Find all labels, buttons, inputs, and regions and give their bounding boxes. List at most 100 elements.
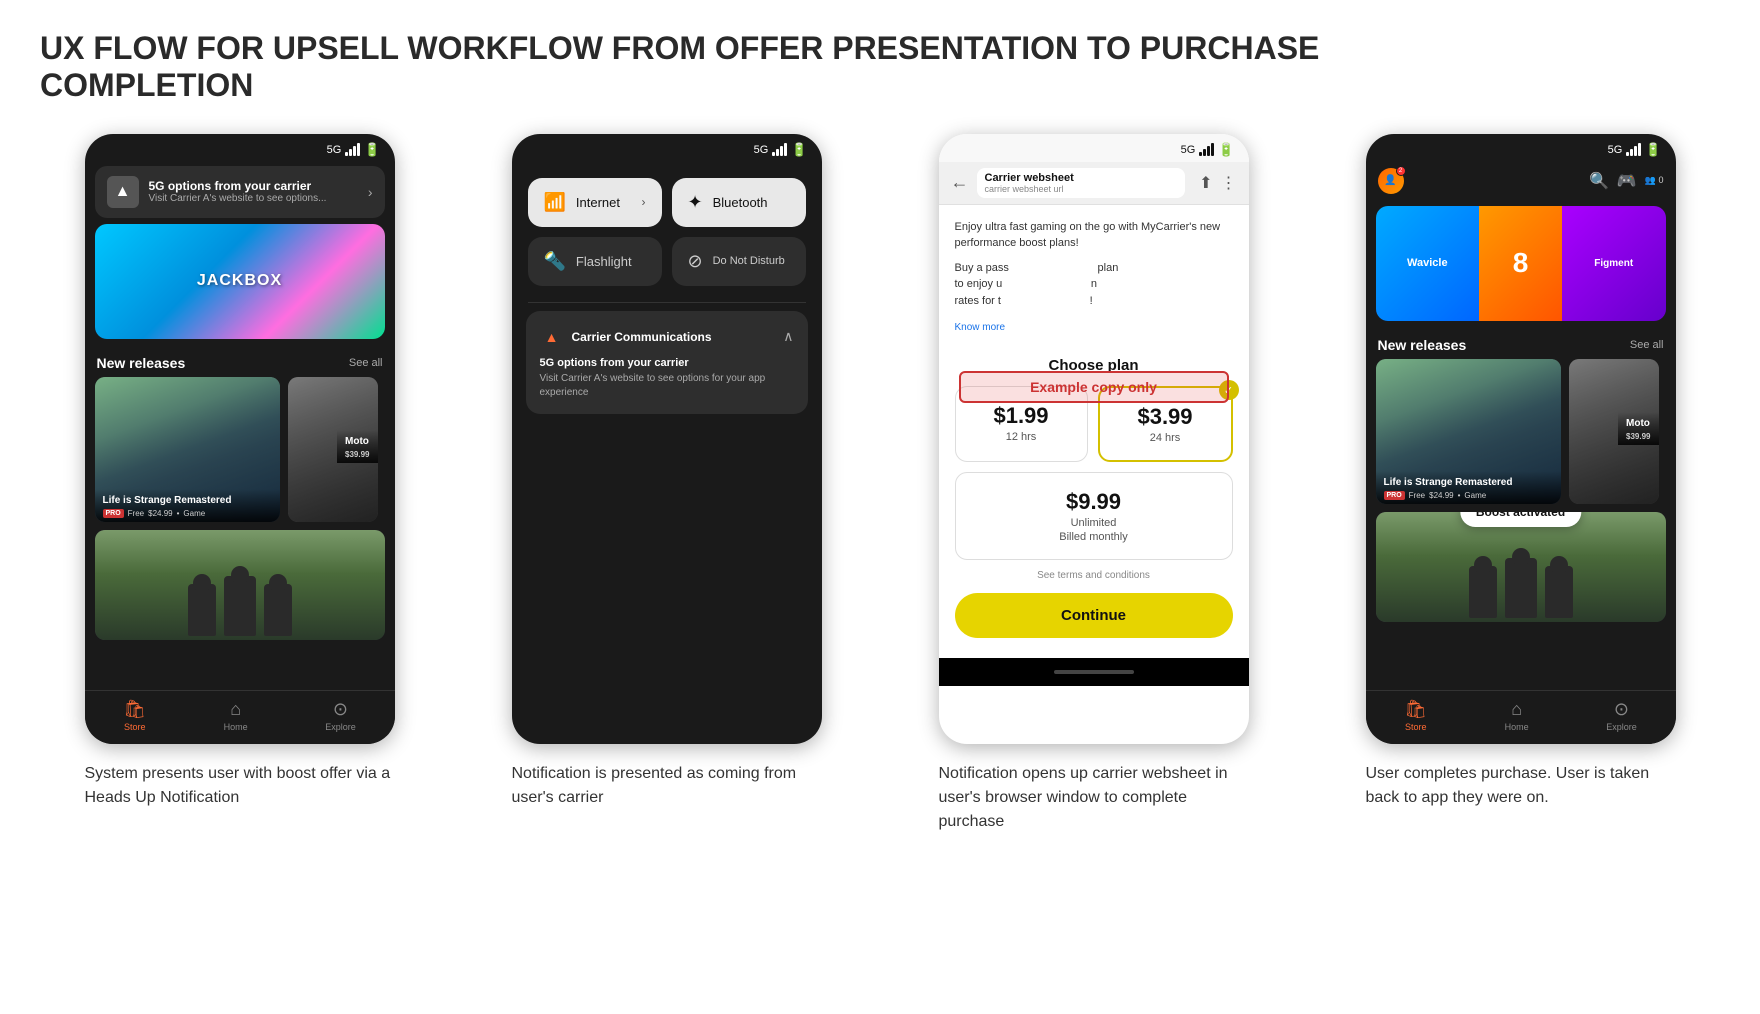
tile-internet[interactable]: 📶 Internet › bbox=[528, 178, 662, 227]
game-card-moto[interactable]: Moto $39.99 bbox=[288, 377, 378, 522]
game-price-free: Free bbox=[128, 509, 144, 518]
phone3-statusbar: 5G 🔋 bbox=[939, 134, 1249, 162]
signal-icon bbox=[345, 143, 360, 156]
battery-icon: 🔋 bbox=[364, 142, 380, 158]
phone4-navbar: 🛍 Store ⌂ Home ⊙ Explore bbox=[1366, 690, 1676, 744]
tile-bluetooth-label: Bluetooth bbox=[713, 195, 768, 210]
soldier-fig-4-2 bbox=[1505, 558, 1537, 618]
phone1-notification[interactable]: ▲ 5G options from your carrier Visit Car… bbox=[95, 166, 385, 218]
phone4-col: 5G 🔋 👤 2 🔍 � bbox=[1321, 134, 1720, 810]
phone4-statusbar: 5G 🔋 bbox=[1366, 134, 1676, 162]
signal-icon-2 bbox=[772, 143, 787, 156]
phone1-navbar: 🛍 Store ⌂ Home ⊙ Explore bbox=[85, 690, 395, 744]
nav-explore-4[interactable]: ⊙ Explore bbox=[1606, 699, 1637, 732]
tile-dnd[interactable]: ⊘ Do Not Disturb bbox=[672, 237, 806, 286]
tile-flashlight[interactable]: 🔦 Flashlight bbox=[528, 237, 662, 286]
page-title: UX FLOW FOR UPSELL WORKFLOW FROM OFFER P… bbox=[40, 30, 1340, 104]
battery-icon-3: 🔋 bbox=[1218, 142, 1234, 158]
carrier-expand-icon[interactable]: ∧ bbox=[783, 328, 793, 345]
phone1-frame: 5G 🔋 ▲ 5G options from your carrier Visi… bbox=[85, 134, 395, 744]
terms-conditions[interactable]: See terms and conditions bbox=[955, 570, 1233, 581]
store-icon-4: 🛍 bbox=[1404, 699, 1427, 720]
phone1-statusbar: 5G 🔋 bbox=[85, 134, 395, 162]
phone4-bottom-banner: Boost activated bbox=[1376, 512, 1666, 622]
phone2-frame: 5G 🔋 📶 Internet › ✦ bbox=[512, 134, 822, 744]
moto-price: $39.99 bbox=[345, 450, 369, 459]
tile-internet-label: Internet bbox=[576, 195, 620, 210]
nav-explore-label: Explore bbox=[325, 722, 356, 732]
phone1-col: 5G 🔋 ▲ 5G options from your carrier Visi… bbox=[40, 134, 439, 810]
browser-back-icon[interactable]: ← bbox=[951, 172, 969, 193]
banner-figment: Figment bbox=[1562, 206, 1666, 321]
pro-badge-4: PRO bbox=[1384, 491, 1405, 500]
see-all-link-4[interactable]: See all bbox=[1630, 339, 1664, 351]
game-card-moto-4[interactable]: Moto $39.99 bbox=[1569, 359, 1659, 504]
soldier-fig-2 bbox=[224, 576, 256, 636]
signal-icon-4 bbox=[1626, 143, 1641, 156]
soldier-fig-4-3 bbox=[1545, 566, 1573, 618]
know-more-link[interactable]: Know more bbox=[955, 322, 1006, 333]
home-bar bbox=[1054, 670, 1134, 674]
pro-badge: PRO bbox=[103, 509, 124, 518]
plan-duration-unlimited: Unlimited bbox=[966, 517, 1222, 529]
nav-store-4[interactable]: 🛍 Store bbox=[1404, 699, 1427, 732]
game-type-4: Game bbox=[1464, 491, 1486, 500]
phone1-game-cards: Life is Strange Remastered PRO Free $24.… bbox=[85, 377, 395, 522]
plan-card-unlimited[interactable]: $9.99 Unlimited Billed monthly bbox=[955, 472, 1233, 560]
see-all-link[interactable]: See all bbox=[349, 357, 383, 369]
plan-price-2: $3.99 bbox=[1110, 404, 1221, 430]
continue-button[interactable]: Continue bbox=[955, 593, 1233, 638]
browser-more-icon[interactable]: ⋮ bbox=[1221, 173, 1237, 193]
tile-dnd-label: Do Not Disturb bbox=[713, 255, 785, 267]
phone4-5g-label: 5G bbox=[1608, 144, 1623, 156]
phone4-new-releases-header: New releases See all bbox=[1366, 327, 1676, 359]
banner-wavicle: Wavicle bbox=[1376, 206, 1480, 321]
game-title-ls: Life is Strange Remastered bbox=[103, 495, 272, 507]
browser-url-bar[interactable]: Carrier websheet carrier websheet url bbox=[977, 168, 1186, 198]
soldier-fig-1 bbox=[188, 584, 216, 636]
nav-home[interactable]: ⌂ Home bbox=[224, 699, 248, 732]
plan-price-1: $1.99 bbox=[966, 403, 1077, 429]
game-card-ls-4[interactable]: Life is Strange Remastered PRO Free $24.… bbox=[1376, 359, 1561, 504]
home-icon-4: ⌂ bbox=[1511, 699, 1522, 720]
game-title-ls-4: Life is Strange Remastered bbox=[1384, 477, 1553, 489]
plan-duration-2: 24 hrs bbox=[1110, 432, 1221, 444]
dnd-icon: ⊘ bbox=[688, 251, 703, 272]
nav-home-4[interactable]: ⌂ Home bbox=[1505, 699, 1529, 732]
explore-icon: ⊙ bbox=[333, 699, 348, 720]
notif-subtitle: Visit Carrier A's website to see options… bbox=[149, 193, 358, 204]
nav-home-label: Home bbox=[224, 722, 248, 732]
notif-text: 5G options from your carrier Visit Carri… bbox=[149, 179, 358, 204]
phone1-5g-label: 5G bbox=[327, 144, 342, 156]
quick-tiles-grid: 📶 Internet › ✦ Bluetooth 🔦 Flashlight ⊘ bbox=[512, 162, 822, 294]
section-title: New releases bbox=[97, 355, 186, 371]
nav-explore[interactable]: ⊙ Explore bbox=[325, 699, 356, 732]
phone1-new-releases-header: New releases See all bbox=[85, 345, 395, 377]
browser-share-icon[interactable]: ⬆ bbox=[1199, 173, 1212, 193]
notif-chevron-icon: › bbox=[368, 184, 373, 200]
soldier-fig-4-1 bbox=[1469, 566, 1497, 618]
phone2-col: 5G 🔋 📶 Internet › ✦ bbox=[467, 134, 866, 810]
phone4-frame: 5G 🔋 👤 2 🔍 � bbox=[1366, 134, 1676, 744]
game-card-life-strange[interactable]: Life is Strange Remastered PRO Free $24.… bbox=[95, 377, 280, 522]
tile-bluetooth[interactable]: ✦ Bluetooth bbox=[672, 178, 806, 227]
promo-text-2: Buy a pass plan to enjoy u n rates for t… bbox=[955, 260, 1233, 310]
nav-store-label: Store bbox=[124, 722, 146, 732]
carrier-notif-subtitle: Visit Carrier A's website to see options… bbox=[540, 372, 794, 400]
tile-flashlight-label: Flashlight bbox=[576, 254, 632, 269]
phone1-caption: System presents user with boost offer vi… bbox=[85, 762, 395, 810]
user-avatar[interactable]: 👤 2 bbox=[1378, 168, 1404, 194]
quick-tiles-divider bbox=[528, 302, 806, 303]
phone3-promo-content: Enjoy ultra fast gaming on the go with M… bbox=[939, 205, 1249, 350]
boost-activated-toast: Boost activated bbox=[1460, 512, 1581, 527]
game-old-price: $24.99 bbox=[148, 509, 172, 518]
gamepad-icon[interactable]: 🎮 bbox=[1617, 171, 1637, 191]
carrier-name: Carrier Communications bbox=[572, 330, 712, 344]
search-icon[interactable]: 🔍 bbox=[1589, 171, 1609, 191]
nav-explore-label-4: Explore bbox=[1606, 722, 1637, 732]
browser-url-text: carrier websheet url bbox=[985, 184, 1178, 194]
phone4-game-banner: Wavicle 8 Figment bbox=[1376, 206, 1666, 321]
nav-store[interactable]: 🛍 Store bbox=[123, 699, 146, 732]
carrier-notif-title: 5G options from your carrier bbox=[540, 357, 794, 369]
phone2-carrier-notification[interactable]: ▲ Carrier Communications ∧ 5G options fr… bbox=[526, 311, 808, 414]
